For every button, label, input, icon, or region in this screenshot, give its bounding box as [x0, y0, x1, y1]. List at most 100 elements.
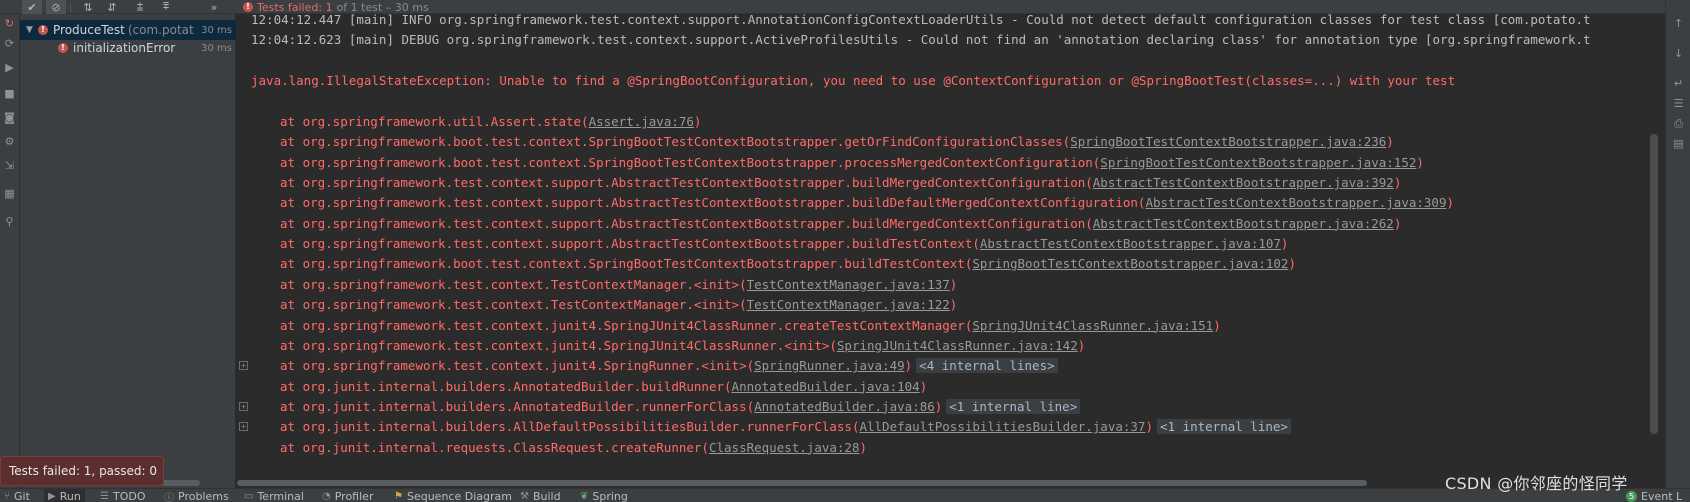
test-result-tooltip: Tests failed: 1, passed: 0 — [0, 456, 164, 486]
trash-icon[interactable]: ▤ — [1671, 136, 1686, 151]
source-link[interactable]: SpringJUnit4ClassRunner.java:142 — [837, 338, 1078, 353]
source-link[interactable]: Assert.java:76 — [589, 114, 694, 129]
console-output[interactable]: 12:04:12.447 [main] INFO org.springframe… — [237, 14, 1665, 488]
toggle-auto-test-icon[interactable]: ⟳ — [2, 36, 17, 51]
camera-icon[interactable]: ◙ — [2, 110, 17, 125]
tab-spring[interactable]: ❦ Spring — [580, 489, 628, 502]
expand-fold-icon[interactable]: + — [239, 422, 248, 432]
console-horizontal-scrollbar[interactable] — [237, 480, 1367, 486]
folded-lines-marker[interactable]: <1 internal line> — [1157, 419, 1291, 435]
tab-terminal[interactable]: ▭ Terminal — [244, 489, 304, 502]
double-chevron-icon[interactable]: » — [204, 0, 224, 14]
stack-frame-text: at org.springframework.boot.test.context… — [280, 154, 1101, 170]
exit-icon[interactable]: ⇲ — [2, 158, 17, 173]
console-vertical-scrollbar[interactable] — [1650, 134, 1658, 434]
tab-todo[interactable]: ☰ TODO — [100, 489, 145, 502]
source-link[interactable]: SpringBootTestContextBootstrapper.java:1… — [972, 256, 1288, 271]
expand-fold-icon[interactable]: + — [239, 361, 248, 371]
profiler-icon: ◔ — [322, 490, 331, 502]
source-link[interactable]: SpringJUnit4ClassRunner.java:151 — [972, 318, 1213, 333]
source-link[interactable]: AbstractTestContextBootstrapper.java:392 — [1093, 175, 1394, 190]
chevron-down-icon[interactable]: ▼ — [26, 25, 38, 35]
console-side-toolbar: ↑ ↓ ↵ ☰ ⎙ ▤ — [1665, 0, 1690, 488]
tab-label: Git — [14, 489, 30, 502]
stack-frame-close: ) — [1386, 134, 1394, 150]
play-icon[interactable]: ▶ — [2, 60, 17, 75]
stack-trace-line: at org.springframework.test.context.supp… — [280, 173, 1401, 193]
no-entry-icon[interactable]: ⊘ — [46, 0, 66, 14]
tab-label: Spring — [592, 489, 628, 502]
folded-lines-marker[interactable]: <4 internal lines> — [916, 358, 1058, 374]
test-tree-child[interactable]: ! initializationError 30 ms — [20, 38, 236, 58]
error-icon: ! — [243, 2, 253, 12]
source-link[interactable]: SpringBootTestContextBootstrapper.java:1… — [1100, 155, 1416, 170]
tests-failed-label: Tests failed: 1 — [257, 0, 333, 14]
tab-label: Event L — [1641, 489, 1683, 502]
event-count-badge: 5 — [1626, 490, 1637, 502]
sort-duration-icon[interactable]: ⇵ — [102, 0, 122, 14]
tool-window-bar: ⑂ Git ▶ Run ☰ TODO ⓘ Problems ▭ Terminal… — [0, 488, 1690, 502]
source-link[interactable]: SpringBootTestContextBootstrapper.java:2… — [1070, 134, 1386, 149]
spring-leaf-icon: ❦ — [580, 490, 589, 502]
folded-lines-marker[interactable]: <1 internal line> — [946, 398, 1081, 414]
arrow-down-icon[interactable]: ↓ — [1671, 46, 1686, 61]
test-tree-root[interactable]: ▼ ! ProduceTest (com.potat 30 ms — [20, 20, 236, 40]
source-link[interactable]: AllDefaultPossibilitiesBuilder.java:37 — [859, 419, 1145, 434]
tab-sequence-diagram[interactable]: ⚑ Sequence Diagram — [394, 489, 512, 502]
info-icon: ⓘ — [164, 492, 174, 502]
expand-fold-icon[interactable]: + — [239, 401, 248, 411]
expand-all-icon[interactable]: ⩲ — [130, 0, 150, 14]
source-link[interactable]: TestContextManager.java:122 — [747, 297, 950, 312]
check-icon[interactable]: ✔ — [22, 0, 42, 14]
error-icon: ! — [38, 25, 48, 35]
soft-wrap-icon[interactable]: ↵ — [1671, 76, 1686, 91]
test-runner-toolbar: ✔ ⊘ ⇅ ⇵ ⩲ ⩱ » ! Tests failed: 1 of 1 tes… — [0, 0, 1690, 14]
pin-icon[interactable]: ⚲ — [2, 214, 17, 229]
scroll-to-end-icon[interactable]: ☰ — [1671, 96, 1686, 111]
stack-frame-close: ) — [1393, 215, 1402, 231]
collapse-all-icon[interactable]: ⩱ — [156, 0, 176, 14]
tab-problems[interactable]: ⓘ Problems — [164, 489, 229, 502]
tab-label: Problems — [178, 489, 229, 502]
stack-frame-text: at org.junit.internal.requests.ClassRequ… — [280, 439, 709, 455]
tab-label: Sequence Diagram — [406, 489, 512, 502]
source-link[interactable]: AbstractTestContextBootstrapper.java:262 — [1093, 216, 1394, 231]
stack-trace-line: at org.springframework.test.context.Test… — [280, 295, 957, 315]
stack-trace-line: at org.springframework.boot.test.context… — [280, 254, 1296, 274]
tab-run[interactable]: ▶ Run — [44, 489, 85, 502]
tab-event-log[interactable]: 5 Event L — [1626, 489, 1682, 502]
stack-trace-line: at org.springframework.boot.test.context… — [280, 132, 1394, 152]
print-icon[interactable]: ⎙ — [1671, 116, 1686, 131]
layout-icon[interactable]: ▦ — [2, 186, 17, 201]
source-link[interactable]: AnnotatedBuilder.java:86 — [754, 399, 935, 414]
stack-frame-close: ) — [1280, 236, 1289, 252]
source-link[interactable]: AnnotatedBuilder.java:104 — [732, 379, 920, 394]
source-link[interactable]: ClassRequest.java:28 — [709, 440, 860, 455]
source-link[interactable]: AbstractTestContextBootstrapper.java:309 — [1145, 195, 1446, 210]
source-link[interactable]: TestContextManager.java:137 — [747, 277, 950, 292]
tab-profiler[interactable]: ◔ Profiler — [322, 489, 373, 502]
test-method-name: initializationError — [73, 41, 176, 55]
stack-trace-line: at org.springframework.test.context.juni… — [280, 356, 1058, 376]
stack-trace-line: at org.springframework.boot.test.context… — [280, 153, 1424, 173]
stack-trace-line: at org.junit.internal.builders.Annotated… — [280, 397, 1081, 417]
sort-alpha-icon[interactable]: ⇅ — [78, 0, 98, 14]
source-link[interactable]: AbstractTestContextBootstrapper.java:107 — [980, 236, 1281, 251]
rerun-failed-icon[interactable]: ↻ — [2, 16, 17, 31]
tooltip-text: Tests failed: 1, passed: 0 — [9, 464, 158, 478]
stack-trace-line: at org.springframework.test.context.juni… — [280, 336, 1085, 356]
stack-frame-text: at org.springframework.test.context.supp… — [280, 175, 1093, 191]
stack-trace-line: at org.springframework.test.context.supp… — [280, 234, 1288, 254]
tests-detail-label: of 1 test – 30 ms — [336, 0, 429, 14]
stop-icon[interactable]: ■ — [2, 86, 17, 101]
console-log-line: 12:04:12.623 [main] DEBUG org.springfram… — [251, 32, 1591, 47]
stack-frame-text: at org.springframework.boot.test.context… — [280, 134, 1071, 150]
source-link[interactable]: SpringRunner.java:49 — [754, 358, 905, 373]
tab-build[interactable]: ⚒ Build — [520, 489, 561, 502]
gear-icon[interactable]: ⚙ — [2, 134, 17, 149]
stack-frame-close: ) — [859, 439, 868, 455]
stack-frame-close: ) — [919, 378, 928, 394]
arrow-up-icon[interactable]: ↑ — [1671, 16, 1686, 31]
tab-git[interactable]: ⑂ Git — [4, 489, 30, 502]
stack-frame-close: ) — [934, 398, 943, 414]
